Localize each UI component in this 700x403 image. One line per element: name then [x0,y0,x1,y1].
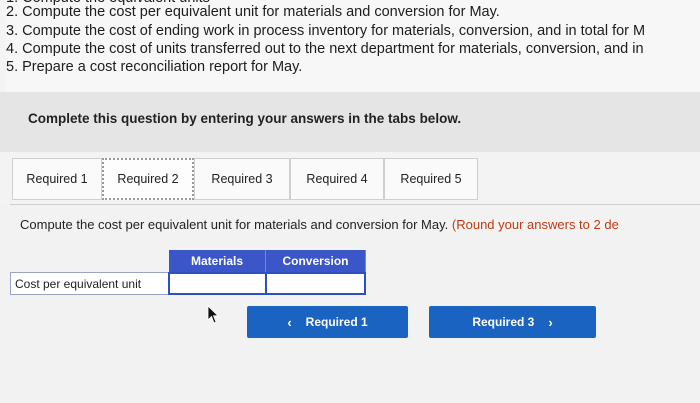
materials-input[interactable] [168,272,267,295]
tab-required-2[interactable]: Required 2 [102,158,194,200]
instruction-item: 5. Prepare a cost reconciliation report … [6,59,303,75]
chevron-right-icon: › [548,314,553,330]
question-text: Compute the cost per equivalent unit for… [20,217,619,232]
tab-content [0,204,700,403]
tab-required-5[interactable]: Required 5 [384,158,478,200]
next-required-button[interactable]: Required 3 › [429,306,596,338]
row-label-cost-per-unit: Cost per equivalent unit [10,272,169,295]
instruction-item: 2. Compute the cost per equivalent unit … [6,4,500,20]
answer-instruction: Complete this question by entering your … [28,111,462,126]
divider [10,204,700,205]
instruction-item: 4. Compute the cost of units transferred… [6,41,644,57]
tab-required-3[interactable]: Required 3 [194,158,290,200]
conversion-input[interactable] [265,272,366,295]
header-conversion: Conversion [266,250,366,272]
instructions-list: 1. Compute the equivalent units 2. Compu… [6,0,700,92]
next-button-label: Required 3 [472,315,535,329]
question-main: Compute the cost per equivalent unit for… [20,217,449,232]
round-note: (Round your answers to 2 de [451,217,619,232]
prev-required-button[interactable]: ‹ Required 1 [247,306,408,338]
mouse-cursor-icon [207,305,219,324]
chevron-left-icon: ‹ [287,314,292,330]
instruction-item: 3. Compute the cost of ending work in pr… [6,23,646,39]
tab-required-1[interactable]: Required 1 [12,158,102,200]
header-materials: Materials [169,250,266,272]
tab-required-4[interactable]: Required 4 [290,158,384,200]
prev-button-label: Required 1 [305,315,368,329]
